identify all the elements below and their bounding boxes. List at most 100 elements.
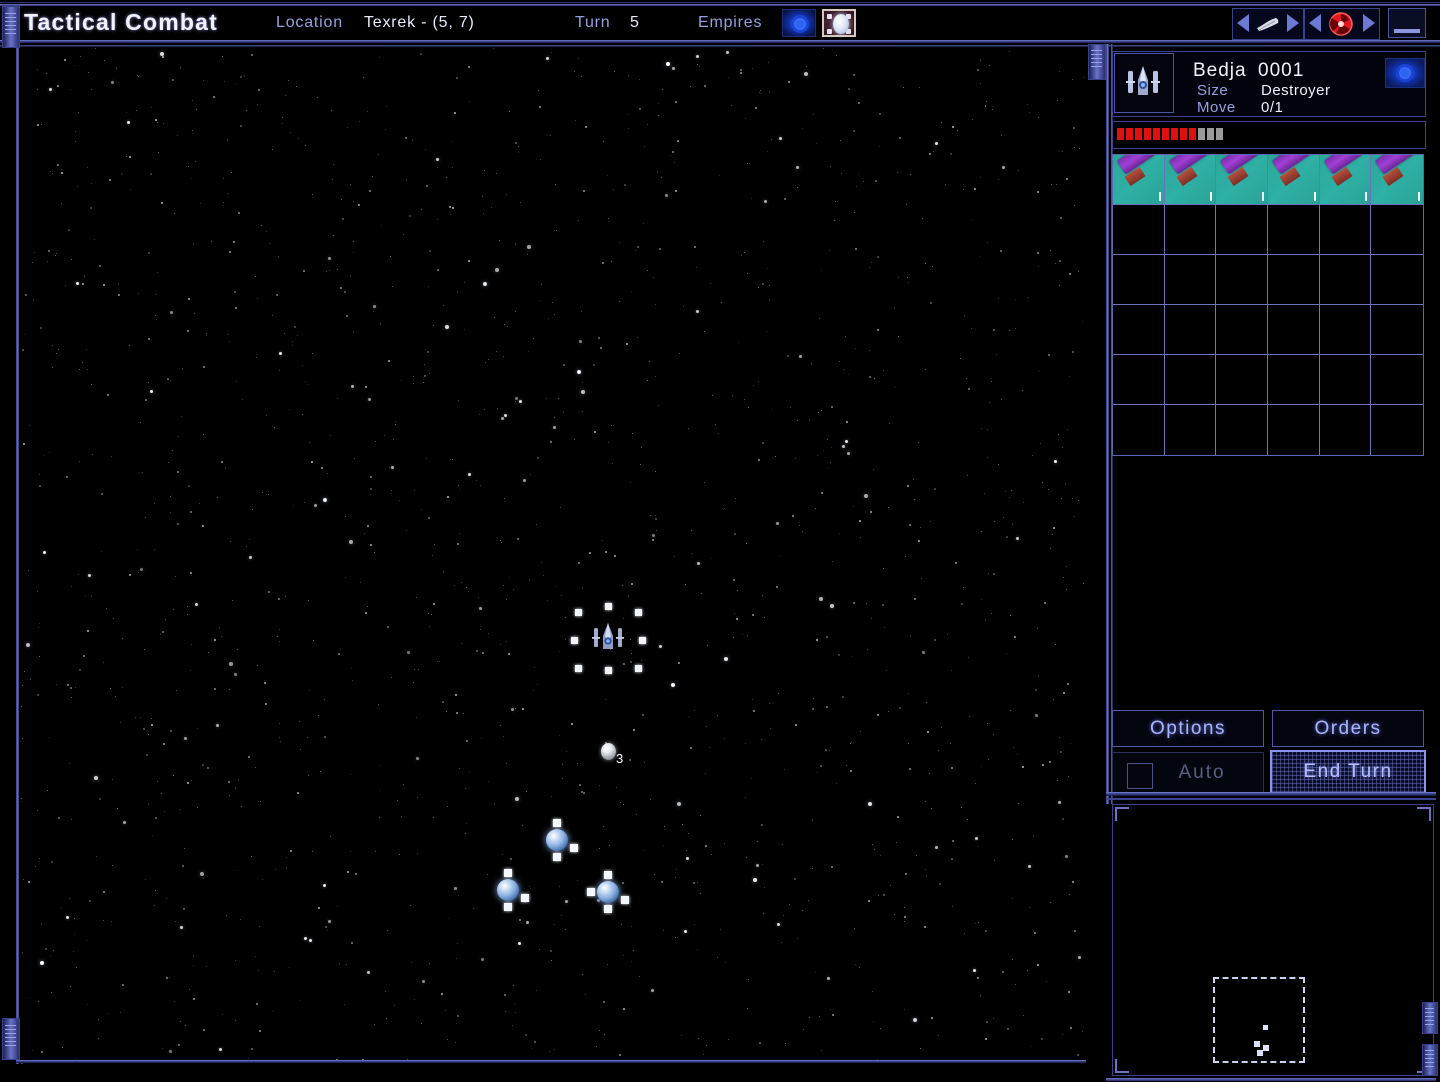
star xyxy=(1062,1034,1063,1035)
star xyxy=(1048,354,1050,356)
star xyxy=(984,493,985,494)
orders-button[interactable]: Orders xyxy=(1272,710,1424,747)
star xyxy=(506,194,507,195)
end-turn-button[interactable]: End Turn xyxy=(1270,750,1426,794)
component-grid[interactable] xyxy=(1112,154,1424,456)
component-slot[interactable] xyxy=(1320,355,1372,405)
component-slot[interactable] xyxy=(1371,305,1423,355)
selected-ship-sprite[interactable] xyxy=(585,616,631,664)
component-slot[interactable] xyxy=(1113,155,1165,205)
component-slot[interactable] xyxy=(1216,305,1268,355)
component-slot[interactable] xyxy=(1216,155,1268,205)
minimap[interactable] xyxy=(1112,804,1434,1076)
star xyxy=(320,771,321,772)
empire-emblem-blue[interactable] xyxy=(782,9,816,37)
star xyxy=(605,699,606,700)
ship-empire-chip[interactable] xyxy=(1385,58,1425,88)
star xyxy=(185,1025,186,1026)
component-slot[interactable] xyxy=(1113,405,1165,455)
component-slot[interactable] xyxy=(1216,205,1268,255)
star xyxy=(385,991,386,992)
star xyxy=(77,186,78,187)
star xyxy=(879,113,881,115)
component-slot[interactable] xyxy=(1113,205,1165,255)
component-slot[interactable] xyxy=(1216,355,1268,405)
star xyxy=(381,225,382,226)
star xyxy=(853,130,855,132)
component-slot[interactable] xyxy=(1216,405,1268,455)
component-slot[interactable] xyxy=(1165,405,1217,455)
component-slot[interactable] xyxy=(1320,155,1372,205)
star xyxy=(368,398,371,401)
component-slot[interactable] xyxy=(1165,255,1217,305)
auto-label: Auto xyxy=(1150,762,1225,784)
component-slot[interactable] xyxy=(1268,255,1320,305)
component-slot[interactable] xyxy=(1268,205,1320,255)
component-slot[interactable] xyxy=(1320,205,1372,255)
component-slot[interactable] xyxy=(1371,155,1423,205)
star xyxy=(685,584,686,585)
asteroid-object[interactable] xyxy=(601,743,616,760)
component-slot[interactable] xyxy=(1113,355,1165,405)
star xyxy=(299,1000,300,1001)
auto-button[interactable]: Auto xyxy=(1112,752,1264,794)
component-slot[interactable] xyxy=(1268,305,1320,355)
ship-icon[interactable] xyxy=(1254,12,1282,36)
star xyxy=(90,207,92,209)
star xyxy=(456,712,458,714)
star xyxy=(992,109,993,110)
planetoid-object[interactable] xyxy=(497,879,519,901)
destroyer-ship-icon[interactable] xyxy=(1114,53,1174,113)
star xyxy=(459,533,460,534)
component-slot[interactable] xyxy=(1165,305,1217,355)
star xyxy=(172,450,173,451)
star xyxy=(277,636,278,637)
red-empire-icon[interactable] xyxy=(1326,11,1356,37)
star xyxy=(577,370,581,374)
component-slot[interactable] xyxy=(1371,255,1423,305)
next-empire-button[interactable] xyxy=(1357,9,1379,37)
star xyxy=(285,95,286,96)
component-slot[interactable] xyxy=(1113,255,1165,305)
star xyxy=(266,415,267,416)
component-slot[interactable] xyxy=(1165,155,1217,205)
star xyxy=(346,964,347,965)
star xyxy=(479,607,482,610)
component-slot[interactable] xyxy=(1268,155,1320,205)
component-slot[interactable] xyxy=(1320,255,1372,305)
tactical-map-viewport[interactable]: 3 xyxy=(20,48,1084,1060)
options-button[interactable]: Options xyxy=(1112,710,1264,747)
component-slot[interactable] xyxy=(1320,405,1372,455)
star xyxy=(173,609,174,610)
prev-empire-button[interactable] xyxy=(1305,9,1327,37)
prev-ship-button[interactable] xyxy=(1233,9,1255,37)
component-slot[interactable] xyxy=(1371,355,1423,405)
star xyxy=(56,253,57,254)
component-slot[interactable] xyxy=(1371,405,1423,455)
window-restore-button[interactable] xyxy=(1388,8,1426,38)
component-slot[interactable] xyxy=(1268,355,1320,405)
component-slot[interactable] xyxy=(1371,205,1423,255)
component-slot[interactable] xyxy=(1320,305,1372,355)
component-slot[interactable] xyxy=(1165,205,1217,255)
component-slot[interactable] xyxy=(1216,255,1268,305)
star xyxy=(99,265,101,267)
empire-emblem-white[interactable] xyxy=(822,9,856,37)
star xyxy=(574,71,575,72)
star xyxy=(694,710,695,711)
star xyxy=(623,1008,625,1010)
component-slot[interactable] xyxy=(1268,405,1320,455)
star xyxy=(177,135,178,136)
star xyxy=(978,846,979,847)
next-ship-button[interactable] xyxy=(1281,9,1303,37)
star xyxy=(538,90,539,91)
star xyxy=(821,270,822,271)
star xyxy=(49,88,52,91)
component-slot[interactable] xyxy=(1113,305,1165,355)
component-slot[interactable] xyxy=(1165,355,1217,405)
auto-checkbox[interactable] xyxy=(1127,763,1153,789)
star xyxy=(839,361,840,362)
object-marker xyxy=(587,888,595,896)
planetoid-object[interactable] xyxy=(597,881,619,903)
planetoid-object[interactable] xyxy=(546,829,568,851)
